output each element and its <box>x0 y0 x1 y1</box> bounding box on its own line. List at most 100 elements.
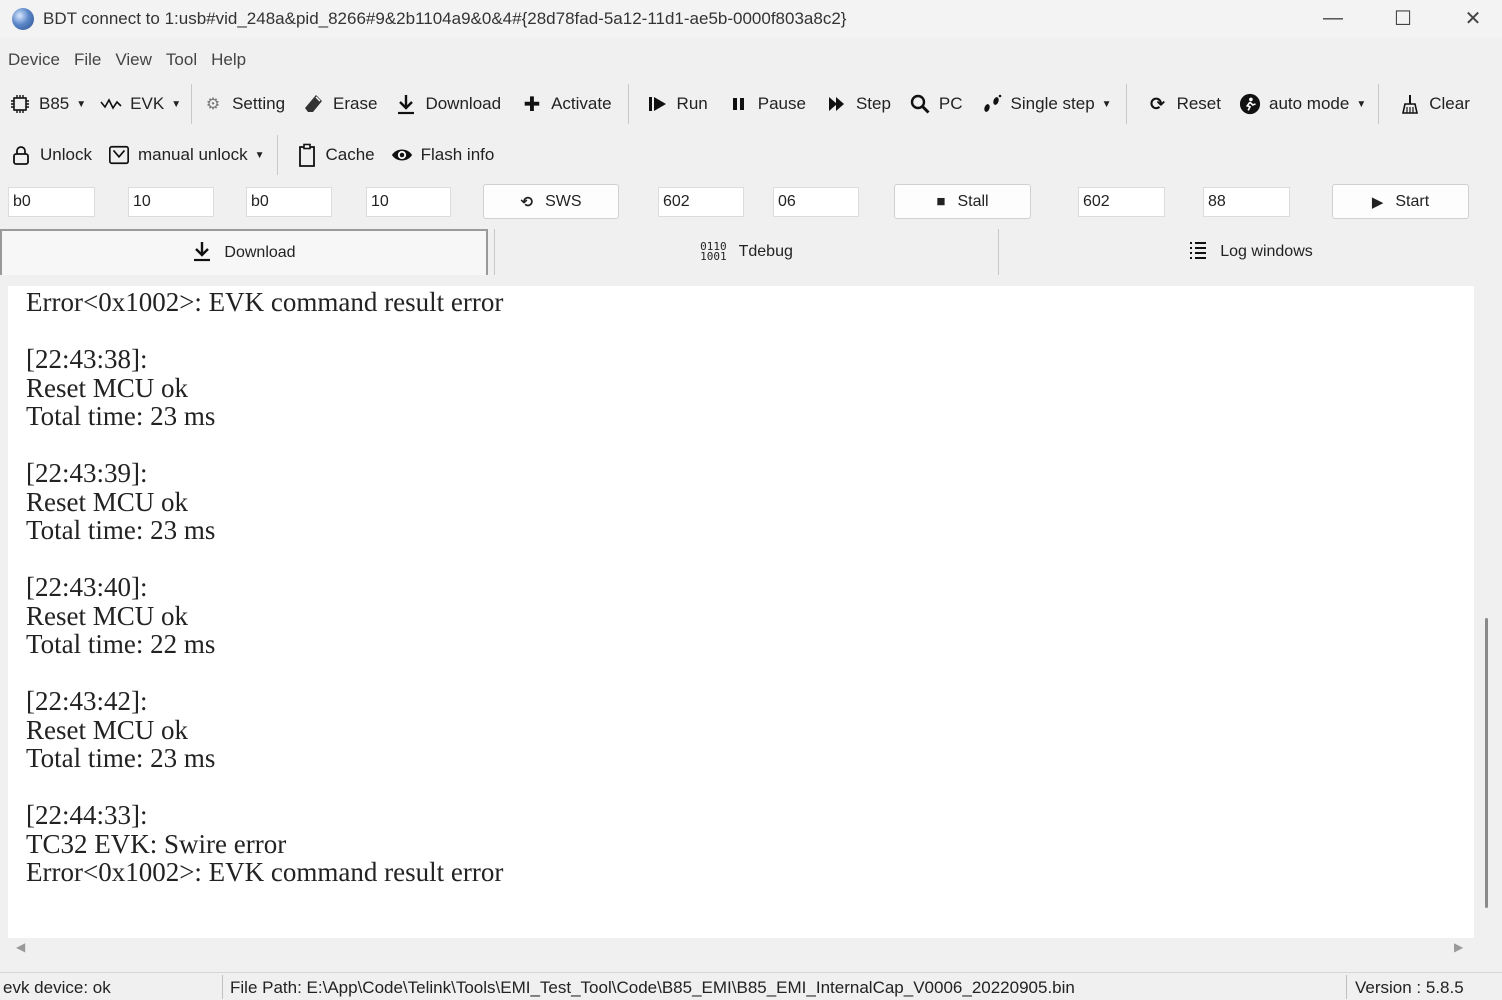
pc-button[interactable]: PC <box>909 84 963 124</box>
vertical-scrollbar[interactable] <box>1478 286 1498 938</box>
setting-button[interactable]: ⚙ Setting <box>202 84 285 124</box>
run-button[interactable]: Run <box>647 84 708 124</box>
clear-button[interactable]: Clear <box>1399 84 1470 124</box>
tab-tdebug[interactable]: 0110 1001 Tdebug <box>494 229 998 275</box>
horizontal-scrollbar[interactable]: ◀ ▶ <box>8 938 1474 960</box>
clipboard-icon <box>296 143 318 167</box>
broom-icon <box>1399 93 1421 115</box>
reset-label: Reset <box>1176 94 1221 113</box>
plus-icon: ✚ <box>523 93 541 116</box>
menu-device[interactable]: Device <box>0 50 68 70</box>
download-arrow-icon <box>395 93 417 115</box>
minimize-button[interactable]: — <box>1298 0 1368 36</box>
log-text: Error<0x1002>: EVK command result error … <box>26 287 504 887</box>
auto-mode-dropdown[interactable]: auto mode ▼ <box>1239 84 1366 124</box>
value-field-3[interactable] <box>773 187 859 217</box>
tab-log-windows[interactable]: Log windows <box>998 229 1502 275</box>
step-icon <box>826 93 848 115</box>
log-output-area[interactable]: Error<0x1002>: EVK command result error … <box>8 286 1474 938</box>
value-field-2[interactable] <box>366 187 451 217</box>
setting-label: Setting <box>232 94 286 113</box>
step-label: Step <box>855 94 891 113</box>
step-button[interactable]: Step <box>826 84 891 124</box>
toolbar-separator <box>627 84 629 124</box>
download-button[interactable]: Download <box>395 84 501 124</box>
eye-icon <box>391 144 413 166</box>
tab-log-windows-label: Log windows <box>1220 243 1313 260</box>
chevron-down-icon: ▼ <box>1101 98 1112 110</box>
erase-label: Erase <box>333 94 378 113</box>
evk-label: EVK <box>130 94 165 113</box>
address-field-1[interactable] <box>8 187 95 217</box>
vertical-scroll-thumb[interactable] <box>1485 618 1488 908</box>
binary-debug-icon: 0110 1001 <box>700 240 727 263</box>
unlock-label: Unlock <box>40 145 92 164</box>
single-step-dropdown[interactable]: Single step ▼ <box>981 84 1112 124</box>
address-field-3[interactable] <box>658 187 744 217</box>
cache-button[interactable]: Cache <box>296 135 375 175</box>
version-label: Version : 5.8.5 <box>1355 978 1464 997</box>
title-bar: BDT connect to 1:usb#vid_248a&pid_8266#9… <box>0 0 1502 38</box>
activate-button[interactable]: ✚ Activate <box>521 84 612 124</box>
register-field-row: ⟲ SWS ■ Stall ▶ Start <box>0 180 1502 224</box>
status-separator <box>1346 975 1347 999</box>
sws-button[interactable]: ⟲ SWS <box>483 184 619 219</box>
unlock-button[interactable]: Unlock <box>10 135 92 175</box>
device-status: evk device: ok <box>3 978 111 997</box>
scroll-left-icon[interactable]: ◀ <box>16 940 25 954</box>
cache-label: Cache <box>325 145 375 164</box>
flash-info-button[interactable]: Flash info <box>391 135 495 175</box>
address-field-2[interactable] <box>246 187 332 217</box>
menu-bar: Device File View Tool Help <box>0 46 252 74</box>
chevron-down-icon: ▼ <box>76 98 87 110</box>
pause-button[interactable]: Pause <box>728 84 806 124</box>
chip-icon <box>9 93 31 115</box>
erase-button[interactable]: Erase <box>303 84 377 124</box>
activate-label: Activate <box>551 94 612 113</box>
close-button[interactable]: ✕ <box>1438 0 1502 36</box>
tab-tdebug-label: Tdebug <box>738 243 793 260</box>
toolbar-separator <box>1125 84 1127 124</box>
eraser-icon <box>303 93 325 115</box>
chip-label: B85 <box>39 94 70 113</box>
list-icon <box>1188 240 1208 265</box>
clear-label: Clear <box>1429 94 1470 113</box>
scroll-right-icon[interactable]: ▶ <box>1454 940 1463 954</box>
pc-label: PC <box>938 94 963 113</box>
evk-select-dropdown[interactable]: EVK ▼ <box>100 84 181 124</box>
manual-unlock-dropdown[interactable]: manual unlock ▼ <box>108 135 265 175</box>
menu-view[interactable]: View <box>107 50 160 70</box>
start-button[interactable]: ▶ Start <box>1332 184 1469 219</box>
reset-button[interactable]: ⟳ Reset <box>1147 84 1221 124</box>
address-field-4[interactable] <box>1078 187 1165 217</box>
footsteps-icon <box>981 93 1003 115</box>
run-label: Run <box>676 94 708 113</box>
value-field-1[interactable] <box>128 187 214 217</box>
download-arrow-icon <box>192 240 212 267</box>
secondary-toolbar: Unlock manual unlock ▼ Cache Flash info <box>0 133 494 177</box>
evk-wave-icon <box>100 93 122 115</box>
play-icon: ▶ <box>1371 193 1384 211</box>
toolbar-separator <box>276 135 278 175</box>
tab-download-label: Download <box>224 244 296 261</box>
run-icon <box>647 93 669 115</box>
chevron-down-icon: ▼ <box>1356 98 1367 110</box>
window-title: BDT connect to 1:usb#vid_248a&pid_8266#9… <box>43 9 847 28</box>
tab-download[interactable]: Download <box>0 229 488 275</box>
chip-select-dropdown[interactable]: B85 ▼ <box>9 84 86 124</box>
stall-button[interactable]: ■ Stall <box>894 184 1031 219</box>
maximize-button[interactable]: ☐ <box>1368 0 1438 36</box>
auto-mode-icon <box>1239 93 1261 115</box>
flash-info-label: Flash info <box>420 145 495 164</box>
menu-tool[interactable]: Tool <box>158 50 205 70</box>
file-path: File Path: E:\App\Code\Telink\Tools\EMI_… <box>230 978 1075 997</box>
chevron-down-icon: ▼ <box>171 98 182 110</box>
value-field-4[interactable] <box>1203 187 1290 217</box>
stall-label: Stall <box>957 192 989 210</box>
menu-help[interactable]: Help <box>203 50 254 70</box>
menu-file[interactable]: File <box>66 50 109 70</box>
app-globe-icon <box>12 8 34 30</box>
status-separator <box>222 975 223 999</box>
mail-icon <box>108 144 130 166</box>
reset-icon: ⟳ <box>1150 93 1166 114</box>
